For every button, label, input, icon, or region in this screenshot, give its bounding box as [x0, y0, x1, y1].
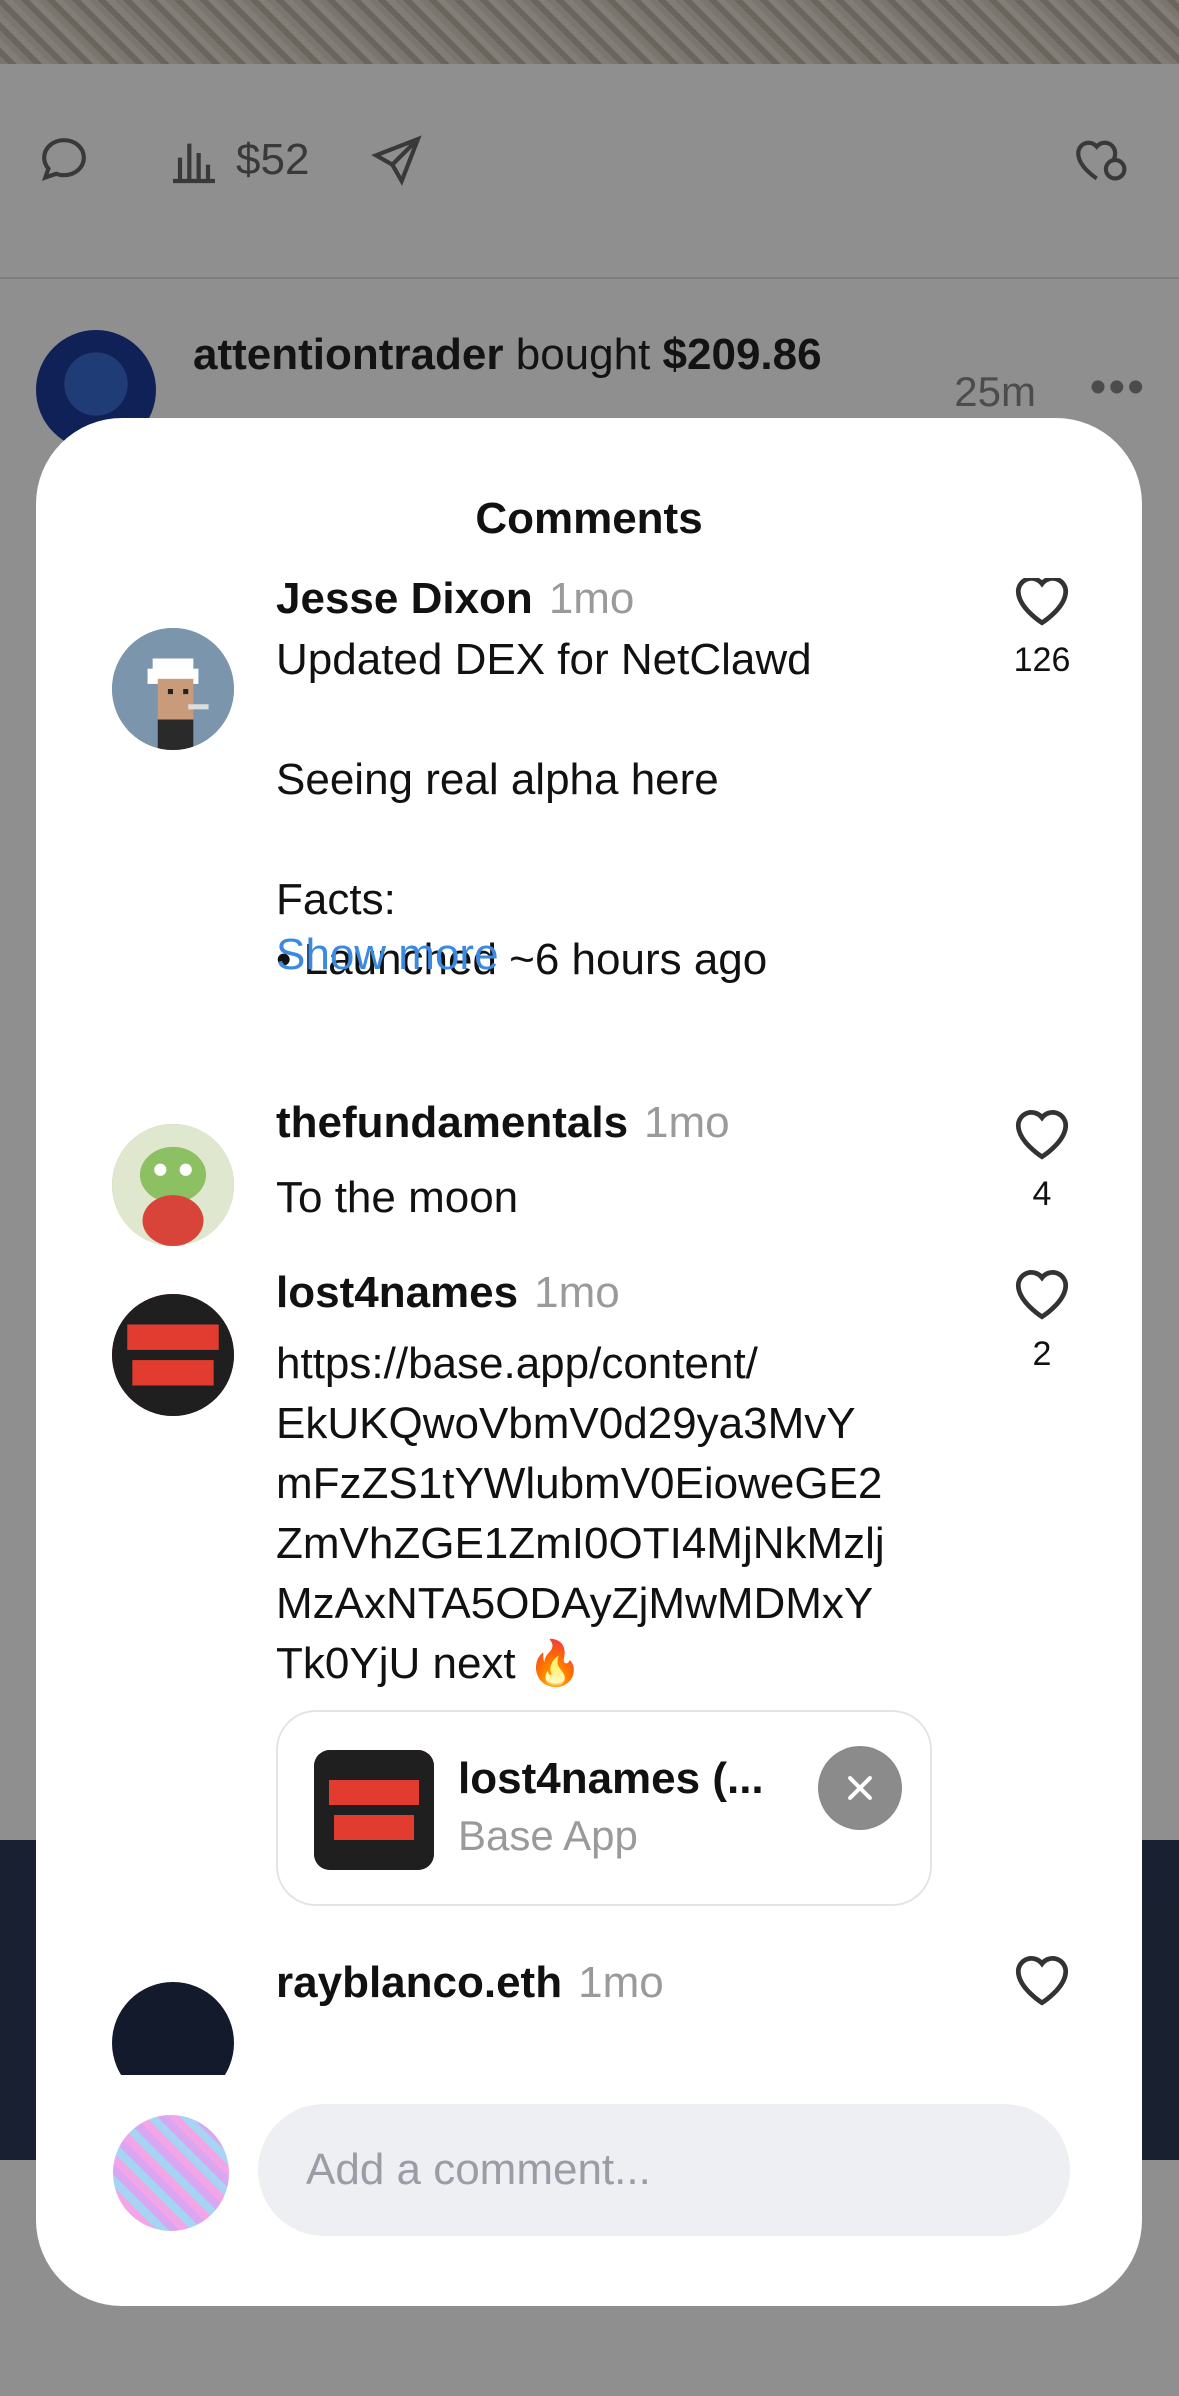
like-count: 2 [1032, 1335, 1052, 1373]
like-button[interactable]: 126 [992, 578, 1092, 680]
sheet-title: Comments [475, 494, 703, 543]
heart-icon [1015, 1270, 1069, 1320]
show-more-link[interactable]: Show more [276, 930, 499, 980]
preview-subtitle: Base App [458, 1812, 638, 1859]
comment-author[interactable]: thefundamentals 1mo [276, 1098, 730, 1148]
like-count: 126 [1013, 641, 1071, 679]
true-slop-logo-icon [112, 1294, 234, 1416]
comment-time: 1mo [548, 578, 635, 623]
avatar[interactable] [112, 628, 234, 750]
true-slop-logo-icon [314, 1750, 434, 1870]
comment-time: 1mo [644, 1098, 730, 1147]
close-preview-button[interactable] [818, 1746, 902, 1830]
avatar[interactable] [112, 1982, 234, 2075]
comment-author[interactable]: lost4names 1mo [276, 1268, 620, 1318]
like-button[interactable]: 2 [992, 1264, 1092, 1374]
comment-author[interactable]: Jesse Dixon 1mo [276, 578, 634, 624]
heart-icon [1015, 1110, 1069, 1160]
pixel-punk-icon [112, 628, 234, 750]
comment-text: https://base.app/content/ EkUKQwoVbmV0d2… [276, 1339, 885, 1688]
comments-list[interactable]: Jesse Dixon 1mo Updated DEX for NetClawd … [36, 578, 1142, 2075]
like-button[interactable] [992, 1950, 1092, 2013]
heart-icon [1015, 578, 1069, 626]
preview-title: lost4names (... [458, 1754, 764, 1803]
heart-icon [1015, 1956, 1069, 2006]
comment-time: 1mo [578, 1958, 664, 2007]
comment-author[interactable]: rayblanco.eth 1mo [276, 1958, 664, 2008]
close-icon [848, 1776, 872, 1800]
current-user-avatar [110, 2112, 232, 2234]
cartoon-character-icon [112, 1124, 234, 1246]
link-preview-card[interactable]: lost4names (... Base App [276, 1710, 932, 1906]
comments-sheet: Comments Jesse Dixon 1mo Updated DEX for… [36, 418, 1142, 2306]
avatar[interactable] [112, 1124, 234, 1246]
avatar[interactable] [112, 1294, 234, 1416]
like-count: 4 [1032, 1175, 1052, 1213]
comment-text: To the moon [276, 1173, 519, 1222]
comment-time: 1mo [534, 1268, 620, 1317]
preview-thumbnail [314, 1750, 434, 1870]
comment-input[interactable] [258, 2104, 1070, 2236]
like-button[interactable]: 4 [992, 1104, 1092, 1214]
